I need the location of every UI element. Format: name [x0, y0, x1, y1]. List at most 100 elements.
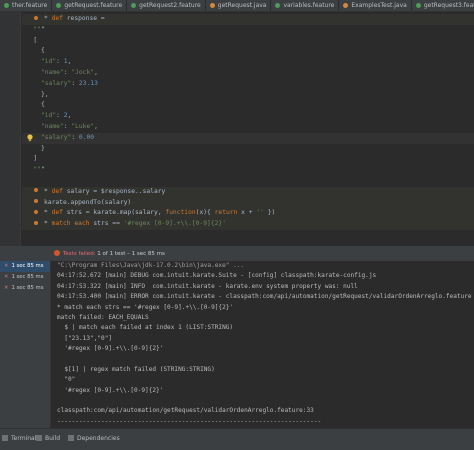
- editor-tab-bar: ther.feature getRequest.feature getRequest…: [0, 0, 474, 12]
- console-line: ["23.13","0"]: [57, 334, 113, 342]
- step-bullet-icon: [34, 199, 38, 204]
- test-result-item[interactable]: ✕ 1 sec 85 ms: [0, 261, 50, 272]
- run-toolbar: Tests failed: 1 of 1 test – 1 sec 85 ms: [0, 248, 474, 261]
- editor-tab-label: variables.feature: [283, 2, 335, 9]
- console-line: ----------------------------------------…: [57, 417, 322, 425]
- step-bullet-icon: [34, 220, 38, 225]
- dependencies-icon: [68, 435, 74, 441]
- code-line-text: ]: [33, 155, 38, 163]
- bottom-tab-build[interactable]: Build: [36, 434, 60, 444]
- feature-file-icon: [56, 2, 62, 8]
- console-line: match failed: EACH_EQUALS: [57, 313, 149, 321]
- console-line: * match each strs == '#regex [0-9].+\\.[…: [57, 303, 234, 311]
- test-status: Tests failed: 1 of 1 test – 1 sec 85 ms: [54, 250, 165, 259]
- code-line[interactable]: "id": 1,: [22, 57, 474, 68]
- console-line: '#regex [0-9].+\\.[0-9]{2}': [57, 386, 164, 394]
- code-line-text: * def salary = $response..salary: [44, 187, 166, 195]
- editor-tab[interactable]: getRequest.feature: [52, 0, 128, 11]
- console-line: 04:17:53.400 [main] ERROR com.intuit.kar…: [57, 293, 472, 301]
- code-line[interactable]: [22, 176, 474, 187]
- code-line-text: }: [33, 144, 45, 152]
- code-line[interactable]: "name": "Luke",: [22, 122, 474, 133]
- code-line[interactable]: """: [22, 25, 474, 36]
- test-results-tree: ✕ 1 sec 85 ms ✕ 1 sec 85 ms ✕ 1 sec 85 ms: [0, 261, 51, 428]
- feature-file-icon: [4, 2, 9, 8]
- editor-tab-label: ExamplesTest.java: [351, 2, 407, 9]
- editor-tab-label: ther.feature: [12, 2, 48, 9]
- code-line[interactable]: "id": 2,: [22, 111, 474, 122]
- code-line[interactable]: },: [22, 90, 474, 101]
- editor-tab[interactable]: ther.feature: [0, 0, 53, 11]
- bottom-tab-terminal[interactable]: Terminal: [2, 434, 36, 444]
- test-result-item[interactable]: ✕ 1 sec 85 ms: [0, 272, 50, 283]
- console-line: "C:\Program Files\Java\jdk-17.0.2\bin\ja…: [57, 262, 245, 269]
- tests-failed-detail: 1 of 1 test – 1 sec 85 ms: [97, 251, 165, 257]
- code-line[interactable]: ]: [22, 154, 474, 165]
- code-line[interactable]: {: [22, 46, 474, 57]
- java-file-icon: [343, 2, 349, 8]
- tests-failed-label: Tests failed:: [63, 251, 98, 257]
- console-line: $[1] | regex match failed (STRING:STRING…: [57, 365, 215, 373]
- code-line[interactable]: * def strs = karate.map(salary, function…: [22, 208, 474, 220]
- console-line: $ | match each failed at index 1 (LIST:S…: [57, 324, 234, 332]
- tests-failed-icon: [54, 250, 60, 256]
- bottom-tab-label: Dependencies: [77, 435, 120, 442]
- test-result-item[interactable]: ✕ 1 sec 85 ms: [0, 283, 50, 294]
- code-line-text: """: [33, 25, 45, 33]
- code-line[interactable]: karate.appendTo(salary): [22, 197, 474, 209]
- code-line-text: "id": 2,: [40, 112, 72, 120]
- terminal-icon: [2, 435, 8, 441]
- code-line-text: "name": "Luke",: [40, 122, 98, 130]
- editor-tab-label: getRequest.feature: [64, 2, 123, 9]
- code-line-text: "id": 1,: [40, 58, 72, 66]
- code-line-text: "salary": 0.00: [40, 133, 95, 141]
- test-result-duration: 1 sec 85 ms: [11, 285, 44, 291]
- code-line-text: "name": "Jock",: [40, 68, 98, 76]
- code-line-text: * match each strs == '#regex [0-9].+\\.[…: [44, 220, 227, 228]
- editor-tab-label: getRequest2.feature: [139, 2, 201, 9]
- hammer-icon: [36, 435, 42, 441]
- editor-tab[interactable]: getRequest.java: [206, 0, 272, 11]
- code-editor[interactable]: * def response = """ [ { "id": 1, "name"…: [0, 12, 474, 246]
- feature-file-icon: [275, 2, 281, 8]
- code-line-text: "salary": 23.13: [40, 79, 98, 87]
- feature-file-icon: [415, 2, 421, 8]
- code-area[interactable]: * def response = """ [ { "id": 1, "name"…: [22, 14, 474, 230]
- editor-tab[interactable]: variables.feature: [271, 0, 340, 11]
- console-line: 04:17:53.322 [main] INFO com.intuit.kara…: [57, 282, 358, 290]
- lightbulb-icon[interactable]: [26, 134, 34, 142]
- code-line[interactable]: * def response =: [22, 14, 474, 25]
- code-line[interactable]: * def salary = $response..salary: [22, 186, 474, 198]
- step-bullet-icon: [34, 209, 38, 214]
- code-line[interactable]: }: [22, 144, 474, 155]
- editor-tab[interactable]: ExamplesTest.java: [339, 0, 412, 11]
- bottom-tab-label: Build: [45, 435, 61, 442]
- code-line[interactable]: "salary": 0.00: [22, 132, 474, 144]
- step-bullet-icon: [34, 188, 38, 193]
- console-line: 04:17:52.672 [main] DEBUG com.intuit.kar…: [57, 272, 377, 280]
- code-line-text: karate.appendTo(salary): [44, 198, 132, 206]
- code-line[interactable]: "name": "Jock",: [22, 68, 474, 79]
- java-file-icon: [209, 2, 215, 8]
- code-line-text: {: [33, 101, 45, 109]
- console-line: '#regex [0-9].+\\.[0-9]{2}': [57, 345, 164, 353]
- test-result-duration: 1 sec 85 ms: [11, 274, 44, 280]
- failed-icon: ✕: [4, 263, 9, 269]
- code-line[interactable]: "salary": 23.13: [22, 79, 474, 90]
- code-line[interactable]: {: [22, 100, 474, 111]
- code-line-text: },: [33, 90, 49, 98]
- failed-icon: ✕: [4, 274, 9, 280]
- code-line[interactable]: """: [22, 165, 474, 176]
- editor-gutter: [0, 12, 21, 246]
- feature-file-icon: [131, 2, 137, 8]
- editor-tab[interactable]: getRequest3.feature: [412, 0, 474, 11]
- console-line: classpath:com/api/automation/getRequest/…: [57, 407, 314, 415]
- code-line[interactable]: * match each strs == '#regex [0-9].+\\.[…: [22, 219, 474, 230]
- run-console[interactable]: "C:\Program Files\Java\jdk-17.0.2\bin\ja…: [51, 261, 474, 428]
- bottom-tab-dependencies[interactable]: Dependencies: [68, 434, 120, 444]
- code-line-text: {: [33, 47, 45, 55]
- code-line[interactable]: [: [22, 36, 474, 47]
- editor-tab[interactable]: getRequest2.feature: [127, 0, 206, 11]
